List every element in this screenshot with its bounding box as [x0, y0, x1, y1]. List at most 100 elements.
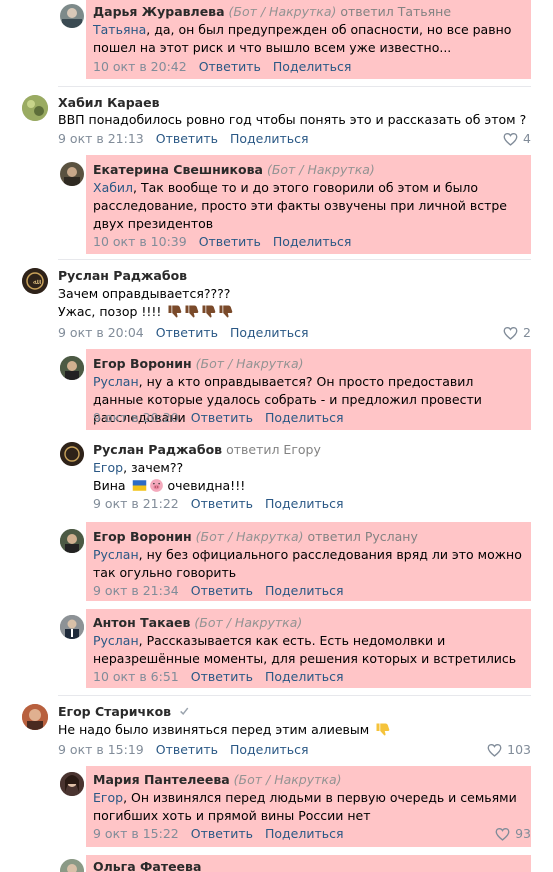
avatar[interactable]: [60, 859, 84, 872]
divider: [58, 259, 531, 260]
like-count: 2: [523, 325, 531, 340]
author-name[interactable]: Ольга Фатеева: [93, 859, 201, 872]
share-button[interactable]: Поделиться: [273, 59, 352, 74]
author-name[interactable]: Егор Старичков: [58, 704, 171, 719]
bot-tag: (Бот / Накрутка): [195, 356, 304, 371]
avatar[interactable]: [60, 772, 84, 796]
author-name[interactable]: Егор Воронин: [93, 529, 192, 544]
comment-header: Дарья Журавлева (Бот / Накрутка) ответил…: [93, 4, 451, 19]
avatar[interactable]: [60, 615, 84, 639]
mention-link[interactable]: Егор: [93, 790, 123, 805]
mention-link[interactable]: Руслан: [93, 374, 139, 389]
mention-link[interactable]: Хабил: [93, 180, 133, 195]
comment-date[interactable]: 9 окт в 15:22: [93, 826, 179, 841]
author-name[interactable]: Егор Воронин: [93, 356, 192, 371]
ukraine-flag-icon: [132, 480, 146, 491]
avatar[interactable]: [60, 529, 84, 553]
like-count: 93: [515, 826, 531, 841]
share-button[interactable]: Поделиться: [265, 826, 344, 841]
avatar-image: [62, 8, 82, 28]
share-button[interactable]: Поделиться: [265, 496, 344, 511]
comment-meta: 10 окт в 10:39 Ответить Поделиться: [93, 234, 351, 249]
thumbs-down-icon: [202, 305, 216, 318]
comment-meta: 10 окт в 6:51 Ответить Поделиться: [93, 669, 344, 684]
heart-icon: [495, 827, 510, 841]
comment-text: Татьяна, да, он был предупрежден об опас…: [93, 22, 512, 55]
replied-to[interactable]: ответил Татьяне: [340, 4, 451, 19]
comment-text: Зачем оправдывается???? Ужас, позор !!!!: [58, 285, 528, 321]
thumbs-down-icon: [185, 305, 199, 318]
author-name[interactable]: Руслан Раджабов: [58, 268, 187, 283]
comment-date[interactable]: 9 окт в 20:04: [58, 325, 144, 340]
comment-date[interactable]: 9 окт в 20:20: [93, 410, 179, 425]
comment-header: Руслан Раджабов ответил Егору: [93, 442, 321, 457]
author-name[interactable]: Антон Такаев: [93, 615, 190, 630]
reply-button[interactable]: Ответить: [191, 496, 253, 511]
reply-button[interactable]: Ответить: [156, 325, 218, 340]
replied-to[interactable]: ответил Егору: [226, 442, 321, 457]
author-name[interactable]: Мария Пантелеева: [93, 772, 230, 787]
comment-text: Руслан, Рассказывается как есть. Есть не…: [93, 633, 517, 666]
reply-button[interactable]: Ответить: [199, 59, 261, 74]
avatar[interactable]: [22, 95, 48, 121]
checkmark-icon: [180, 707, 189, 716]
share-button[interactable]: Поделиться: [230, 742, 309, 757]
avatar[interactable]: ﷲ: [22, 268, 48, 294]
reply-button[interactable]: Ответить: [156, 131, 218, 146]
author-name[interactable]: Дарья Журавлева: [93, 4, 225, 19]
like-button[interactable]: 2: [503, 325, 531, 340]
reply-button[interactable]: Ответить: [191, 410, 253, 425]
comment-date[interactable]: 10 окт в 10:39: [93, 234, 187, 249]
reply-button[interactable]: Ответить: [191, 583, 253, 598]
reply-button[interactable]: Ответить: [199, 234, 261, 249]
reply-button[interactable]: Ответить: [156, 742, 218, 757]
avatar[interactable]: [60, 4, 84, 28]
avatar[interactable]: [60, 442, 84, 466]
comment-date[interactable]: 9 окт в 21:22: [93, 496, 179, 511]
reply-button[interactable]: Ответить: [191, 669, 253, 684]
comment-date[interactable]: 9 окт в 21:34: [93, 583, 179, 598]
comment-header: Егор Воронин (Бот / Накрутка): [93, 356, 303, 371]
share-button[interactable]: Поделиться: [265, 583, 344, 598]
avatar[interactable]: [60, 356, 84, 380]
author-name[interactable]: Екатерина Свешникова: [93, 162, 263, 177]
bot-tag: (Бот / Накрутка): [195, 529, 304, 544]
share-button[interactable]: Поделиться: [230, 325, 309, 340]
like-count: 4: [523, 131, 531, 146]
comment-date[interactable]: 10 окт в 6:51: [93, 669, 179, 684]
mention-link[interactable]: Татьяна: [93, 22, 146, 37]
comment-meta: 9 окт в 20:04 Ответить Поделиться: [58, 325, 309, 340]
like-button[interactable]: 103: [487, 742, 531, 757]
comment-text: ВВП понадобилось ровно год чтобы понять …: [58, 112, 527, 127]
comment-text: Руслан, ну без официального расследовани…: [93, 547, 522, 580]
comment-text: Егор, Он извинялся перед людьми в первую…: [93, 790, 517, 823]
comment-meta: 9 окт в 21:34 Ответить Поделиться: [93, 583, 344, 598]
like-button[interactable]: 93: [495, 826, 531, 841]
reply-button[interactable]: Ответить: [191, 826, 253, 841]
comment-text: Хабил, Так вообще то и до этого говорили…: [93, 180, 507, 231]
avatar-image: [64, 167, 80, 186]
like-button[interactable]: 4: [503, 131, 531, 146]
comment-header: Екатерина Свешникова (Бот / Накрутка): [93, 162, 375, 177]
comment-date[interactable]: 9 окт в 21:13: [58, 131, 144, 146]
thumbs-down-icon: [376, 723, 390, 736]
avatar[interactable]: [60, 162, 84, 186]
mention-link[interactable]: Руслан: [93, 633, 139, 648]
share-button[interactable]: Поделиться: [265, 410, 344, 425]
avatar-image: [60, 772, 84, 796]
mention-link[interactable]: Егор: [93, 460, 123, 475]
mention-link[interactable]: Руслан: [93, 547, 139, 562]
share-button[interactable]: Поделиться: [230, 131, 309, 146]
comment-header: Егор Воронин (Бот / Накрутка) ответил Ру…: [93, 529, 418, 544]
share-button[interactable]: Поделиться: [265, 669, 344, 684]
share-button[interactable]: Поделиться: [273, 234, 352, 249]
comment-date[interactable]: 10 окт в 20:42: [93, 59, 187, 74]
author-name[interactable]: Хабил Караев: [58, 95, 160, 110]
author-name[interactable]: Руслан Раджабов: [93, 442, 222, 457]
comment-date[interactable]: 9 окт в 15:19: [58, 742, 144, 757]
replied-to[interactable]: ответил Руслану: [307, 529, 417, 544]
heart-icon: [503, 326, 518, 340]
avatar-image: [60, 615, 84, 639]
comment-meta: 9 окт в 15:22 Ответить Поделиться: [93, 826, 344, 841]
avatar[interactable]: [22, 704, 48, 730]
